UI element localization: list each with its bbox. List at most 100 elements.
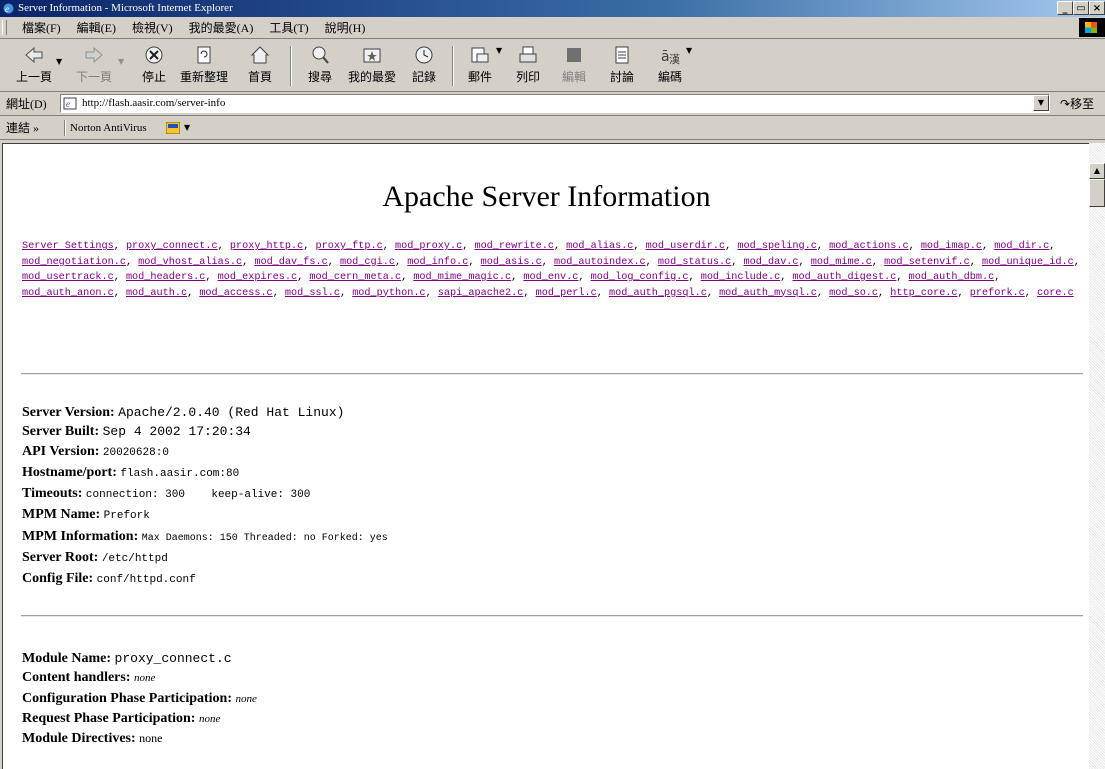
module-link[interactable]: mod_auth_anon.c <box>22 288 114 299</box>
forward-button[interactable]: 下一頁 <box>74 42 114 90</box>
forward-dropdown-icon[interactable]: ▼ <box>118 57 124 66</box>
search-button[interactable]: 搜尋 <box>300 42 340 90</box>
favorites-button[interactable]: 我的最愛 <box>344 42 400 90</box>
module-link[interactable]: mod_auth_dbm.c <box>909 272 995 283</box>
menu-item[interactable]: 工具(T) <box>261 17 316 39</box>
restore-button[interactable]: ▭ <box>1073 1 1089 15</box>
module-link[interactable]: sapi_apache2.c <box>438 288 524 299</box>
home-button[interactable]: 首頁 <box>240 42 280 90</box>
module-link[interactable]: mod_mime_magic.c <box>413 272 511 283</box>
svg-text:e: e <box>5 4 9 14</box>
info-row: Hostname/port: flash.aasir.com:80 <box>22 463 388 484</box>
history-button[interactable]: 記錄 <box>404 42 444 90</box>
module-link[interactable]: mod_vhost_alias.c <box>138 257 242 268</box>
module-link[interactable]: mod_alias.c <box>566 241 633 252</box>
minimize-button[interactable]: _ <box>1057 1 1073 15</box>
scroll-up-button[interactable]: ▲ <box>1089 163 1105 179</box>
address-input[interactable]: e http://flash.aasir.com/server-info <box>60 94 1050 113</box>
discuss-button[interactable]: 討論 <box>602 42 642 90</box>
module-link[interactable]: mod_ssl.c <box>285 288 340 299</box>
module-link[interactable]: mod_asis.c <box>481 257 542 268</box>
module-link[interactable]: mod_speling.c <box>737 241 816 252</box>
favorites-icon <box>363 48 381 63</box>
module-link[interactable]: Server Settings <box>22 241 114 252</box>
module-link[interactable]: mod_env.c <box>523 272 578 283</box>
address-dropdown-button[interactable]: ▼ <box>1033 95 1049 111</box>
module-link[interactable]: mod_include.c <box>701 272 780 283</box>
module-link[interactable]: mod_mime.c <box>811 257 872 268</box>
encoding-button[interactable]: ā漢 編碼 <box>650 42 690 90</box>
module-link[interactable]: mod_expires.c <box>218 272 297 283</box>
module-link[interactable]: mod_perl.c <box>536 288 597 299</box>
module-link[interactable]: mod_rewrite.c <box>474 241 553 252</box>
module-link[interactable]: http_core.c <box>890 288 957 299</box>
info-key: MPM Name: <box>22 507 101 523</box>
info-row: Module Directives: none <box>22 729 257 748</box>
back-arrow-icon <box>25 46 43 64</box>
ie-icon: e <box>3 3 14 14</box>
edit-button[interactable]: 編輯 <box>554 42 594 90</box>
go-button[interactable]: ↷移至 <box>1060 92 1094 116</box>
module-link[interactable]: mod_cern_meta.c <box>309 272 401 283</box>
divider <box>21 615 1083 617</box>
module-link[interactable]: mod_status.c <box>658 257 731 268</box>
menu-items: 檔案(F) 編輯(E) 檢視(V) 我的最愛(A) 工具(T) 說明(H) <box>14 17 373 39</box>
encoding-dropdown-icon[interactable]: ▼ <box>686 46 692 55</box>
address-label: 網址(D) <box>6 97 47 111</box>
module-link[interactable]: mod_actions.c <box>829 241 908 252</box>
vertical-scrollbar[interactable]: ▲ <box>1089 143 1105 769</box>
back-dropdown-icon[interactable]: ▼ <box>56 57 62 66</box>
menu-item[interactable]: 我的最愛(A) <box>181 17 262 39</box>
module-link[interactable]: proxy_http.c <box>230 241 303 252</box>
refresh-button[interactable]: 重新整理 <box>176 42 232 90</box>
module-link[interactable]: mod_setenvif.c <box>884 257 970 268</box>
module-link[interactable]: mod_userdir.c <box>646 241 725 252</box>
info-key: Config File: <box>22 571 94 587</box>
module-link[interactable]: prefork.c <box>970 288 1025 299</box>
back-button[interactable]: 上一頁 <box>14 42 54 90</box>
module-link[interactable]: mod_python.c <box>352 288 425 299</box>
module-link[interactable]: mod_info.c <box>407 257 468 268</box>
module-link[interactable]: mod_headers.c <box>126 272 205 283</box>
windows-logo <box>1079 18 1105 37</box>
scroll-thumb[interactable] <box>1089 179 1105 207</box>
info-value: flash.aasir.com:80 <box>120 467 240 480</box>
module-link[interactable]: mod_cgi.c <box>340 257 395 268</box>
norton-antivirus-link[interactable]: Norton AntiVirus <box>70 116 147 140</box>
stop-button[interactable]: 停止 <box>134 42 174 90</box>
menu-item[interactable]: 說明(H) <box>317 17 374 39</box>
print-button[interactable]: 列印 <box>508 42 548 90</box>
module-link[interactable]: mod_auth_mysql.c <box>719 288 817 299</box>
menu-grip[interactable] <box>2 20 7 35</box>
module-link[interactable]: mod_negotiation.c <box>22 257 126 268</box>
module-links: Server Settings, proxy_connect.c, proxy_… <box>22 241 1080 299</box>
norton-dropdown-icon[interactable]: ▼ <box>184 116 190 140</box>
module-link[interactable]: mod_so.c <box>829 288 878 299</box>
norton-antivirus-icon[interactable] <box>166 122 180 134</box>
module-link[interactable]: mod_dir.c <box>994 241 1049 252</box>
module-link[interactable]: mod_dav.c <box>744 257 799 268</box>
module-link[interactable]: mod_autoindex.c <box>554 257 646 268</box>
module-link[interactable]: mod_log_config.c <box>591 272 689 283</box>
module-link[interactable]: mod_auth_pgsql.c <box>609 288 707 299</box>
module-link[interactable]: proxy_connect.c <box>126 241 218 252</box>
links-label[interactable]: 連結 » <box>6 116 39 140</box>
module-link[interactable]: mod_auth_digest.c <box>792 272 896 283</box>
menu-item[interactable]: 檢視(V) <box>124 17 181 39</box>
menu-item[interactable]: 檔案(F) <box>14 17 69 39</box>
module-link[interactable]: mod_proxy.c <box>395 241 462 252</box>
menu-item[interactable]: 編輯(E) <box>69 17 124 39</box>
info-value: none <box>198 712 221 725</box>
module-link[interactable]: mod_unique_id.c <box>982 257 1074 268</box>
mail-button[interactable]: 郵件 <box>460 42 500 90</box>
discuss-icon <box>615 46 629 64</box>
module-link[interactable]: mod_auth.c <box>126 288 187 299</box>
mail-dropdown-icon[interactable]: ▼ <box>496 46 502 55</box>
module-link[interactable]: mod_imap.c <box>921 241 982 252</box>
close-button[interactable]: × <box>1089 1 1105 15</box>
module-link[interactable]: mod_usertrack.c <box>22 272 114 283</box>
module-link[interactable]: mod_dav_fs.c <box>254 257 327 268</box>
module-link[interactable]: mod_access.c <box>199 288 272 299</box>
module-link[interactable]: proxy_ftp.c <box>315 241 382 252</box>
module-link[interactable]: core.c <box>1037 288 1074 299</box>
